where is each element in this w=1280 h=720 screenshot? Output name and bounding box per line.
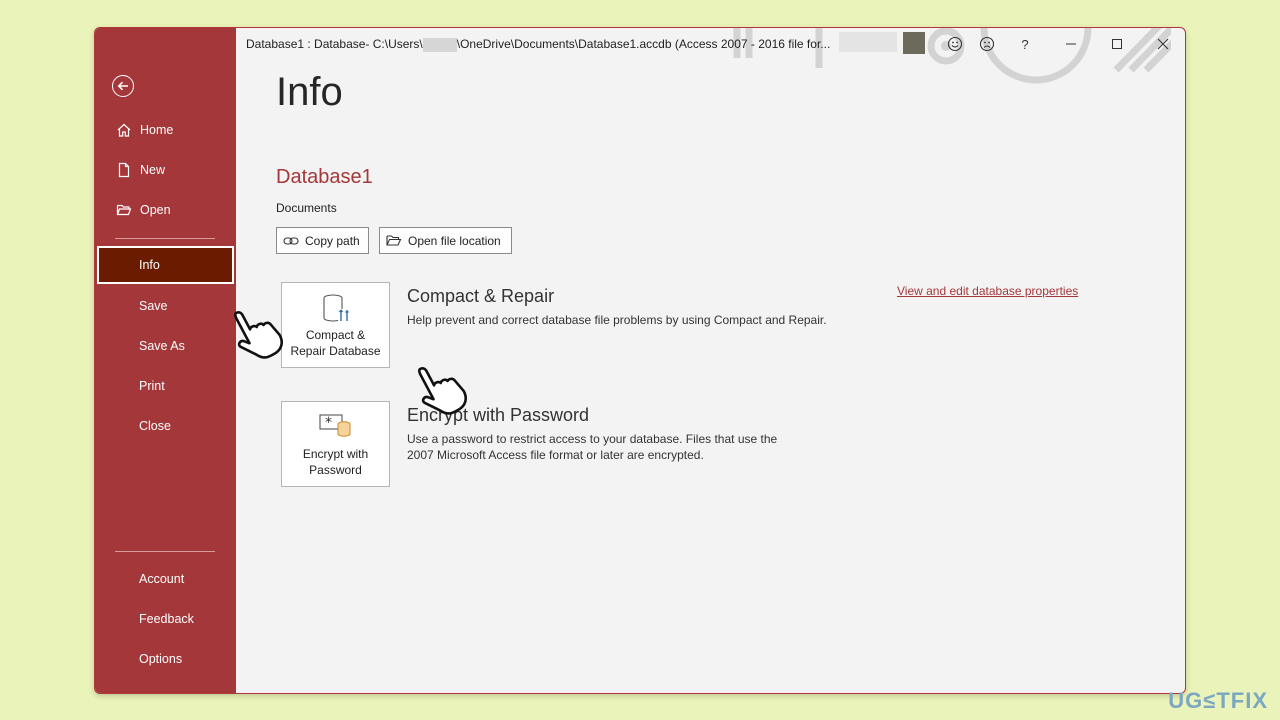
sidebar-divider [115, 238, 215, 239]
compact-repair-title: Compact & Repair [407, 286, 555, 306]
back-arrow-icon[interactable] [112, 75, 134, 97]
sidebar-item-home[interactable]: Home [95, 112, 236, 148]
title-path-suffix: \OneDrive\Documents\Database1.accdb (Acc… [456, 37, 831, 51]
sidebar-item-feedback[interactable]: Feedback [95, 601, 236, 637]
open-file-location-button[interactable]: Open file location [379, 227, 512, 254]
encrypt-password-description: Use a password to restrict access to you… [407, 432, 778, 462]
info-page: Info Database1 Documents Copy path Open … [234, 60, 1185, 693]
help-button[interactable]: ? [1014, 34, 1036, 54]
account-name-redacted [839, 32, 897, 52]
compact-button-line2: Repair Database [290, 344, 381, 358]
sidebar-item-label: Print [139, 379, 165, 393]
svg-text:*: * [325, 415, 332, 431]
sidebar-item-label: Save As [139, 339, 185, 353]
avatar[interactable] [903, 32, 925, 54]
sidebar-item-new[interactable]: New [95, 152, 236, 188]
copy-path-label: Copy path [305, 233, 360, 248]
sidebar-item-label: Info [139, 258, 160, 272]
sidebar-item-save[interactable]: Save [95, 288, 236, 324]
sidebar-item-close[interactable]: Close [95, 408, 236, 444]
redacted-username [422, 37, 457, 52]
open-folder-icon [386, 234, 402, 247]
sidebar-item-label: Feedback [139, 612, 194, 626]
sidebar-item-label: Open [140, 203, 171, 217]
home-icon [114, 120, 134, 140]
sidebar-item-label: New [140, 163, 166, 177]
copy-path-button[interactable]: Copy path [276, 227, 369, 254]
sidebar-item-options[interactable]: Options [95, 641, 236, 677]
watermark-logo: UG≤TFIX [1168, 688, 1268, 713]
compact-repair-description: Help prevent and correct database file p… [407, 313, 827, 327]
database-tools-icon [282, 293, 389, 325]
sidebar-item-open[interactable]: Open [95, 192, 236, 228]
open-folder-icon [114, 200, 134, 220]
frown-icon[interactable] [976, 34, 998, 54]
link-icon [283, 235, 299, 247]
database-location: Documents [276, 201, 337, 215]
encrypt-password-button[interactable]: * Encrypt with Password [281, 401, 390, 487]
new-document-icon [114, 160, 134, 180]
database-properties-link[interactable]: View and edit database properties [897, 284, 1078, 298]
access-window: Home New Open Info Save Save As Print Cl… [94, 27, 1186, 694]
compact-button-line1: Compact & [305, 328, 366, 342]
sidebar-item-label: Save [139, 299, 168, 313]
compact-repair-button[interactable]: Compact & Repair Database [281, 282, 390, 368]
sidebar-item-save-as[interactable]: Save As [95, 328, 236, 364]
encrypt-password-title: Encrypt with Password [407, 405, 590, 425]
sidebar-item-label: Account [139, 572, 185, 586]
title-path-prefix: Database1 : Database- C:\Users\ [246, 37, 423, 51]
database-name: Database1 [276, 166, 373, 188]
open-file-location-label: Open file location [408, 233, 501, 248]
backstage-sidebar: Home New Open Info Save Save As Print Cl… [95, 28, 236, 693]
sidebar-item-account[interactable]: Account [95, 561, 236, 597]
minimize-icon[interactable] [1060, 34, 1082, 54]
password-database-icon: * [282, 412, 389, 438]
smile-icon[interactable] [944, 34, 966, 54]
sidebar-item-info[interactable]: Info [97, 246, 234, 284]
sidebar-divider [115, 551, 215, 552]
page-title: Info [276, 70, 343, 114]
encrypt-button-line1: Encrypt with [302, 447, 369, 461]
sidebar-item-label: Close [139, 419, 171, 433]
sidebar-item-label: Options [139, 652, 183, 666]
title-bar[interactable]: Database1 : Database- C:\Users\ \OneDrive… [236, 28, 1185, 84]
window-title: Database1 : Database- C:\Users\ \OneDrive… [246, 37, 830, 52]
sidebar-item-label: Home [140, 123, 174, 137]
maximize-icon[interactable] [1106, 34, 1128, 54]
sidebar-item-print[interactable]: Print [95, 368, 236, 404]
encrypt-button-line2: Password [309, 463, 362, 477]
close-icon[interactable] [1152, 34, 1174, 54]
